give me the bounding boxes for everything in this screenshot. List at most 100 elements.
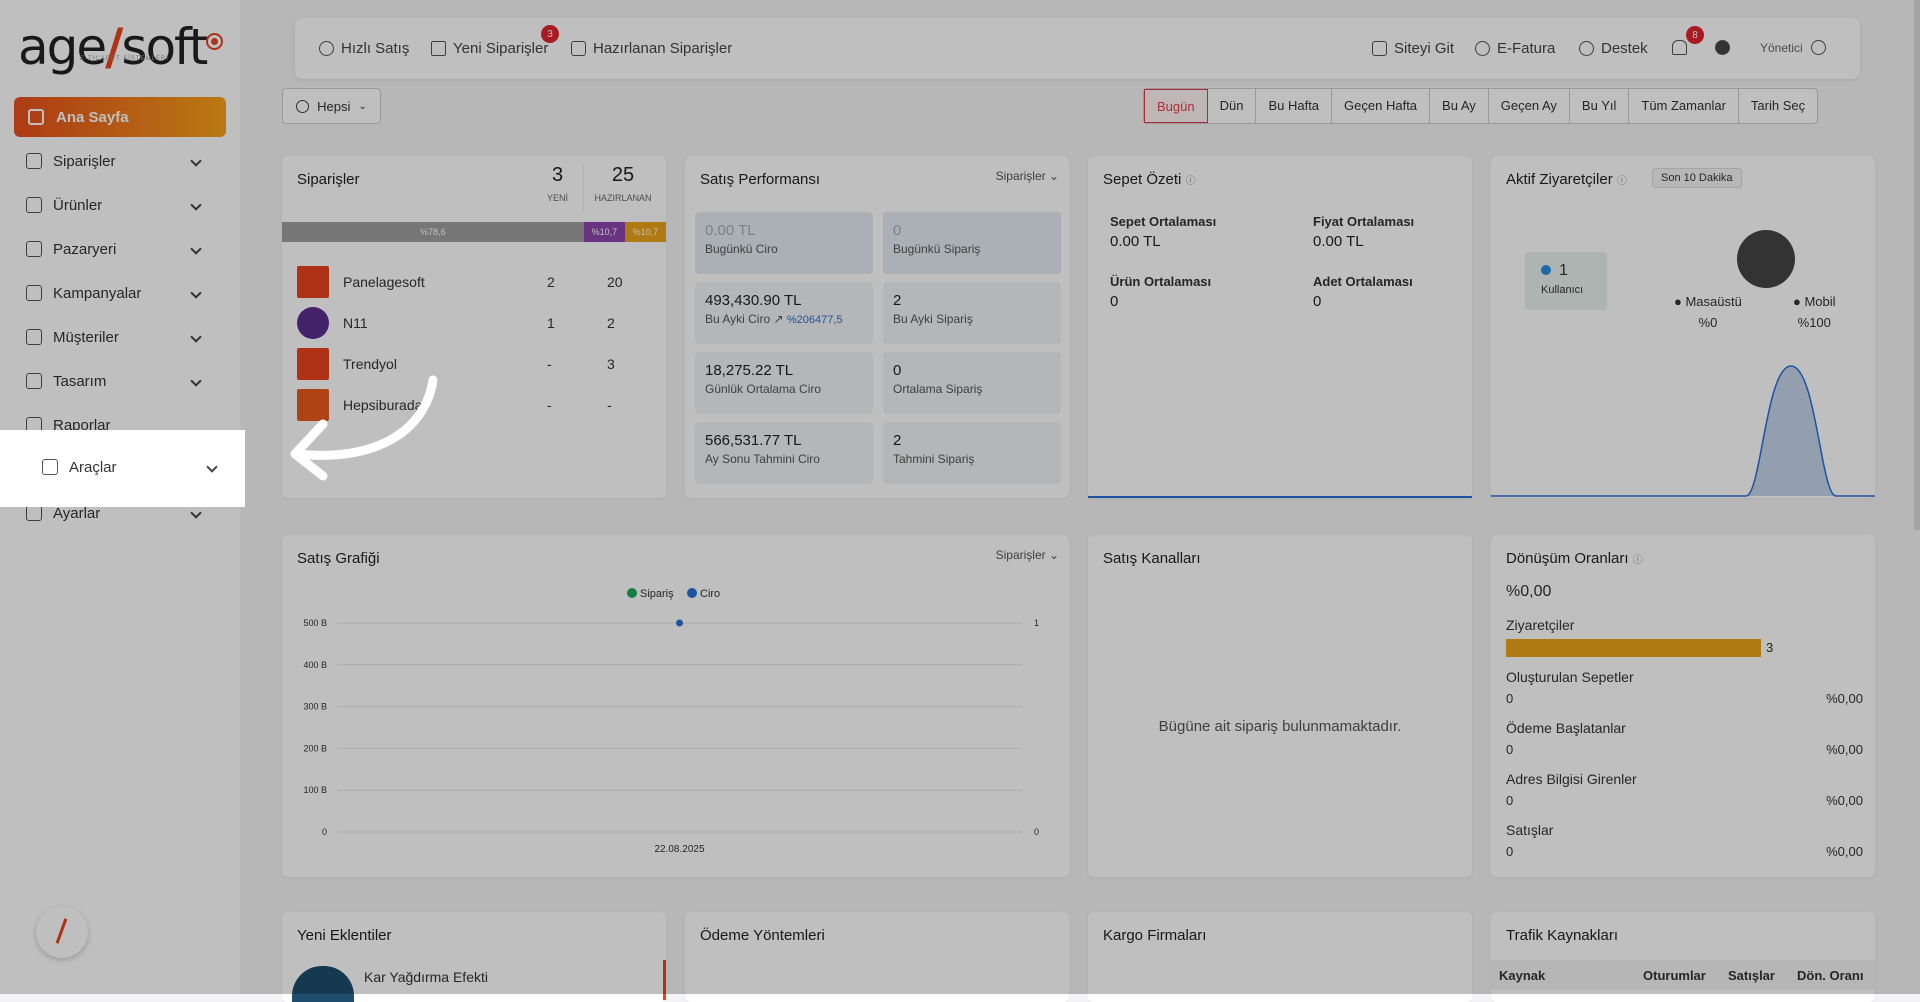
prep-label: HAZIRLANAN: [594, 193, 652, 203]
help-icon[interactable]: ⓘ: [1186, 176, 1196, 187]
legend-label[interactable]: Ciro: [700, 588, 720, 600]
basket-stat-label: Sepet Ortalaması: [1110, 214, 1217, 229]
sidebar-item-4[interactable]: Kampanyalar: [26, 278, 206, 308]
logo[interactable]: age/soft: [18, 18, 208, 76]
range-6[interactable]: Bu Yıl: [1570, 89, 1630, 123]
range-7[interactable]: Tüm Zamanlar: [1629, 89, 1739, 123]
channels-title: Satış Kanalları: [1103, 550, 1201, 567]
legend-marker[interactable]: [627, 588, 637, 598]
gear-icon: [26, 505, 42, 521]
y2-tick-label: 1: [1034, 618, 1039, 628]
user-menu[interactable]: Yönetici: [1760, 40, 1826, 55]
range-1[interactable]: Dün: [1208, 89, 1257, 123]
performance-label: Günlük Ortalama Ciro: [705, 382, 822, 396]
sales-chart-card: Satış Grafiği Siparişler ⌄ 0 100 B 200 B 30…: [282, 535, 1069, 877]
range-8[interactable]: Tarih Seç: [1739, 89, 1817, 123]
conversion-row-pct: %0,00: [1826, 844, 1863, 859]
sidebar-item-label: Müşteriler: [53, 328, 119, 346]
performance-dropdown-label: Siparişler: [995, 169, 1046, 183]
sidebar-item-2[interactable]: Ürünler: [26, 190, 206, 220]
visitors-area-chart: [1491, 365, 1875, 497]
store-row[interactable]: Panelagesoft 2 20: [297, 266, 647, 298]
mobile-label: Mobil: [1804, 294, 1836, 309]
plugins-scrollbar[interactable]: [663, 960, 666, 1000]
range-5[interactable]: Geçen Ay: [1489, 89, 1570, 123]
conversion-row-value: 0: [1506, 793, 1514, 808]
conversion-row-label: Ödeme Başlatanlar: [1506, 720, 1626, 736]
performance-label: Ortalama Sipariş: [893, 382, 983, 396]
performance-dropdown[interactable]: Siparişler ⌄: [996, 169, 1059, 183]
camera-icon: [571, 41, 586, 56]
new-orders-badge: 3: [541, 25, 559, 43]
performance-label: Bu Ayki Ciro: [705, 312, 771, 326]
plugin-item[interactable]: Kar Yağdırma Efekti: [364, 969, 488, 985]
cart-icon: [431, 41, 446, 56]
support-label: Destek: [1601, 40, 1648, 57]
range-2[interactable]: Bu Hafta: [1256, 89, 1333, 123]
mobile-stat: ● Mobil %100: [1793, 294, 1836, 330]
traffic-col-header: Oturumlar: [1643, 968, 1706, 983]
store-new: -: [547, 356, 552, 372]
support-link[interactable]: Destek: [1579, 40, 1648, 57]
sidebar-item-1[interactable]: Siparişler: [26, 146, 206, 176]
sidebar-item-3[interactable]: Pazaryeri: [26, 234, 206, 264]
visit-site-link[interactable]: Siteyi Git: [1372, 40, 1454, 57]
traffic-col-header: Dön. Oranı: [1797, 968, 1864, 983]
store-logo: [297, 266, 329, 298]
sidebar-item-label: Araçlar: [69, 458, 117, 476]
performance-card: Satış Performansı Siparişler ⌄ 0.00 TL Bu…: [685, 156, 1069, 498]
basket-title-text: Sepet Özeti: [1103, 171, 1182, 188]
sidebar-item-5[interactable]: Müşteriler: [26, 322, 206, 352]
chevron-down-icon: [190, 243, 202, 255]
range-4[interactable]: Bu Ay: [1430, 89, 1489, 123]
user-label: Yönetici: [1760, 40, 1803, 55]
payments-title: Ödeme Yöntemleri: [700, 927, 825, 944]
quick-sale-link[interactable]: Hızlı Satış: [319, 40, 409, 57]
einvoice-link[interactable]: E-Fatura: [1475, 40, 1555, 57]
preparing-orders-link[interactable]: Hazırlanan Siparişler: [571, 40, 732, 57]
page-scrollbar[interactable]: [1914, 0, 1920, 530]
chevron-down-icon: [190, 287, 202, 299]
store-row[interactable]: N11 1 2: [297, 307, 647, 339]
cart-icon: [26, 153, 42, 169]
help-icon[interactable]: ⓘ: [1633, 555, 1643, 566]
range-0[interactable]: Bugün: [1144, 89, 1208, 123]
help-icon[interactable]: ⓘ: [1617, 176, 1627, 187]
chevron-down-icon: [206, 461, 218, 473]
sidebar-item-6[interactable]: Tasarım: [26, 366, 206, 396]
new-orders-stat[interactable]: 3 YENİ: [532, 164, 584, 212]
legend-label[interactable]: Sipariş: [640, 588, 674, 600]
cloud-icon: [292, 966, 354, 1002]
range-3[interactable]: Geçen Hafta: [1332, 89, 1431, 123]
edit-fab-button[interactable]: [36, 906, 88, 958]
target-icon[interactable]: [206, 33, 223, 50]
conversion-row-pct: %0,00: [1826, 742, 1863, 757]
basket-stat-value: 0.00 TL: [1110, 233, 1161, 250]
new-orders-link[interactable]: Yeni Siparişler: [431, 40, 548, 57]
performance-value: 566,531.77 TL: [705, 432, 802, 449]
basket-stat-label: Fiyat Ortalaması: [1313, 214, 1415, 229]
device-pie-chart: [1737, 230, 1795, 288]
y-tick-label: 100 B: [303, 785, 327, 795]
basket-stat-label: Adet Ortalaması: [1313, 274, 1413, 289]
prep-orders-stat[interactable]: 25 HAZIRLANAN: [584, 164, 662, 203]
conversion-row-label: Satışlar: [1506, 822, 1554, 838]
info-button[interactable]: [1715, 40, 1737, 55]
conversion-row-value: 0: [1506, 844, 1514, 859]
scope-select[interactable]: Hepsi ⌄: [282, 88, 381, 124]
performance-extra: %206477,5: [786, 314, 843, 326]
cargo-card: Kargo Firmaları: [1088, 912, 1472, 1002]
user-icon: [26, 329, 42, 345]
sidebar-item-tools[interactable]: Araçlar: [42, 452, 222, 482]
basket-stat: Fiyat Ortalaması 0.00 TL: [1313, 214, 1414, 250]
performance-value: 2: [893, 292, 902, 309]
conversion-row-pct: %0,00: [1826, 793, 1863, 808]
brush-icon: [26, 373, 42, 389]
legend-marker[interactable]: [687, 588, 697, 598]
plugins-title: Yeni Eklentiler: [297, 927, 392, 944]
sidebar-item-home[interactable]: Ana Sayfa: [14, 97, 226, 137]
traffic-card: Trafik Kaynakları Kaynak Oturumlar Satışla…: [1491, 912, 1875, 1002]
data-point-ciro[interactable]: [676, 619, 683, 627]
performance-cell: 566,531.77 TL Ay Sonu Tahmini Ciro: [695, 422, 873, 484]
conversion-visitors-bar: [1506, 639, 1761, 657]
